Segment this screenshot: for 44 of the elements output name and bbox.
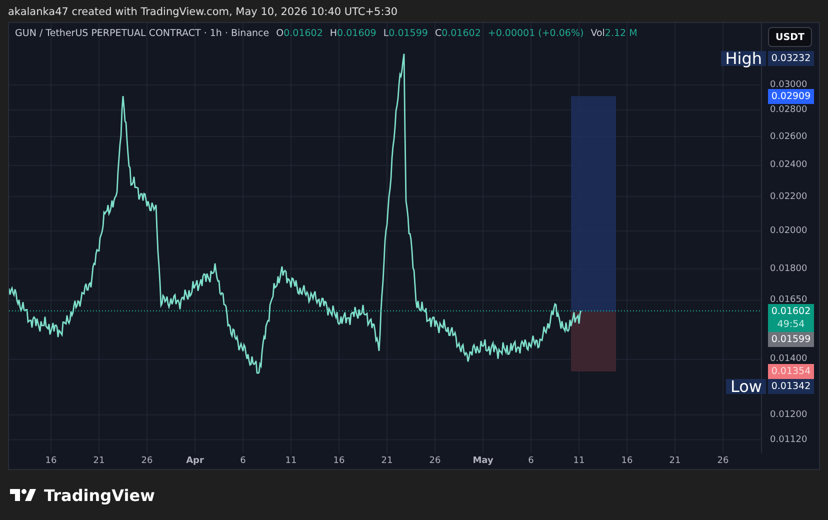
marker-label: Low: [726, 379, 766, 394]
brand-name: TradingView: [44, 486, 155, 504]
time-tick: 11: [285, 456, 297, 466]
time-tick: 6: [528, 456, 534, 466]
price-tick: 0.01200: [770, 408, 808, 422]
price-tick: 0.02000: [770, 224, 808, 238]
ohlc-value: L0.01599: [383, 28, 428, 39]
change-value: +0.00001 (+0.06%): [488, 28, 584, 39]
time-tick: 21: [381, 456, 393, 466]
price-marker: 0.01602 49:54: [768, 304, 814, 332]
ohlc-value: O0.01602: [276, 28, 323, 39]
price-tick: 0.01800: [770, 262, 808, 276]
time-tick: 6: [240, 456, 246, 466]
time-tick: Apr: [186, 456, 204, 466]
price-marker: 0.03232: [768, 51, 814, 66]
time-tick: 11: [573, 456, 585, 466]
price-tick: 0.01120: [770, 434, 808, 447]
price-marker: 0.02909: [768, 89, 814, 104]
time-tick: 16: [621, 456, 633, 466]
time-tick: May: [472, 456, 494, 466]
price-tick: 0.02600: [770, 130, 808, 144]
ohlc-value: C0.01602: [434, 28, 481, 39]
volume-value: Vol2.12 M: [590, 28, 638, 39]
symbol-label: GUN / TetherUS PERPETUAL CONTRACT · 1h · Binance: [15, 28, 270, 39]
price-marker: 0.01342: [768, 379, 814, 394]
currency-button[interactable]: USDT: [768, 27, 812, 47]
marker-label: High: [721, 51, 766, 66]
brand-logo-icon: [10, 488, 38, 502]
price-marker: 0.01599: [768, 332, 814, 347]
price-tick: 0.01400: [770, 353, 808, 366]
time-tick: 26: [717, 456, 729, 466]
price-tick: 0.02200: [770, 190, 808, 204]
price-tick: 0.03000: [770, 79, 808, 92]
price-marker: 0.01354: [768, 364, 814, 380]
header-text: akalanka47 created with TradingView.com, May 10, 2026 10:40 UTC+5:30: [7, 5, 399, 20]
price-tick: 0.02800: [770, 104, 808, 117]
time-tick: 21: [93, 456, 105, 466]
time-tick: 16: [45, 456, 57, 466]
price-tick: 0.02400: [770, 159, 808, 172]
time-tick: 26: [141, 456, 153, 466]
time-tick: 26: [429, 456, 441, 466]
ohlc-value: H0.01609: [330, 28, 376, 39]
time-tick: 21: [669, 456, 681, 466]
time-tick: 16: [333, 456, 345, 466]
